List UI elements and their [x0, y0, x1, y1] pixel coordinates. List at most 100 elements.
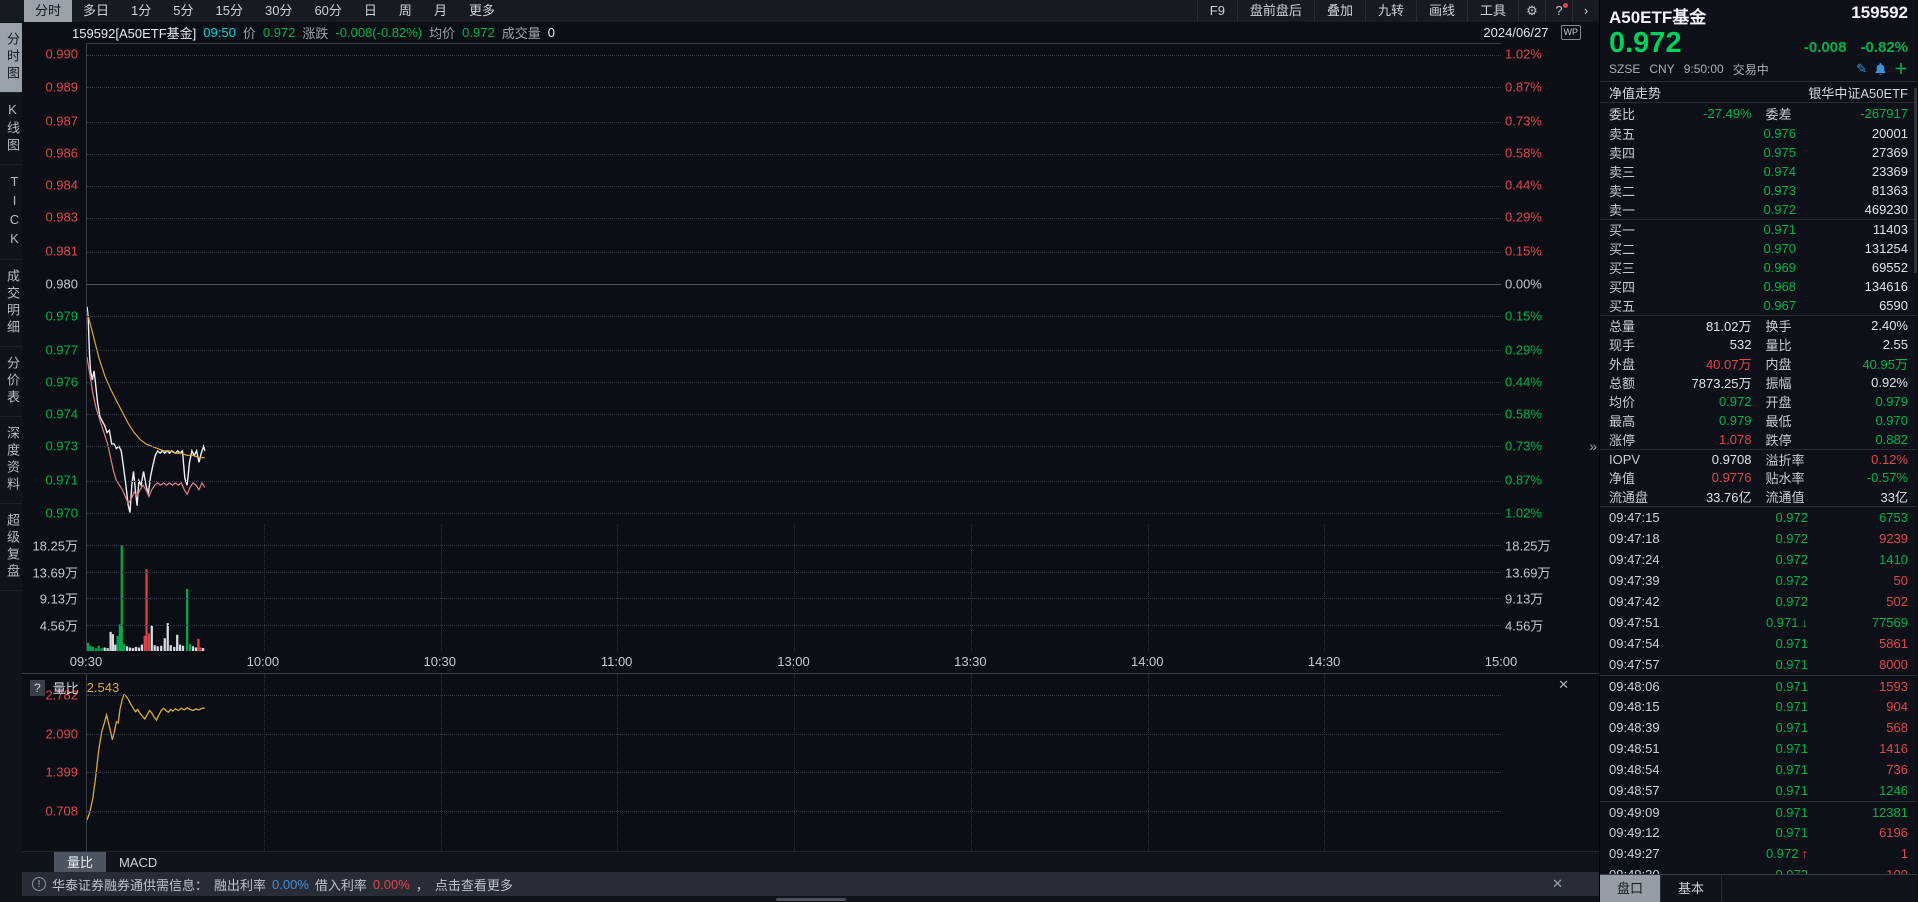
period-tab-15分[interactable]: 15分 — [205, 0, 254, 22]
tick-price: 0.972 — [1679, 573, 1808, 588]
order-book-row[interactable]: 卖二0.97381363 — [1600, 181, 1917, 200]
stat-value: 0.882 — [1792, 432, 1908, 447]
panel-tab-基本[interactable]: 基本 — [1661, 875, 1722, 902]
nav-trend-label: 净值走势 — [1609, 83, 1661, 102]
indicator-tab-MACD[interactable]: MACD — [106, 852, 170, 872]
wp-window-icon[interactable]: WP — [1561, 25, 1582, 40]
gridline — [87, 218, 1501, 219]
indicator-help-icon[interactable]: ? — [30, 680, 45, 696]
volume-axis-left: 18.25万13.69万9.13万4.56万 — [22, 524, 82, 651]
order-book-row[interactable]: 卖一0.972469230 — [1600, 200, 1917, 219]
weicha-value: -267917 — [1792, 106, 1908, 121]
gridline — [1324, 524, 1325, 651]
panel-tab-盘口[interactable]: 盘口 — [1600, 875, 1661, 902]
quote-info-line: 159592[A50ETF基金] 09:50 价 0.972 涨跌 -0.008… — [22, 22, 1599, 43]
help-icon[interactable]: ? — [1545, 0, 1572, 22]
order-book-row[interactable]: 卖四0.97527369 — [1600, 143, 1917, 162]
volume-axis-label: 18.25万 — [32, 536, 78, 555]
period-tab-日[interactable]: 日 — [353, 0, 388, 22]
borrow-rate-label: 借入利率 — [315, 875, 367, 894]
sidebar-item-超级复盘[interactable]: 超级复盘 — [0, 504, 22, 591]
order-volume: 69552 — [1796, 260, 1908, 275]
order-book-row[interactable]: 买一0.97111403 — [1600, 220, 1917, 239]
liangbi-plot[interactable] — [86, 674, 1501, 851]
time-axis: 09:3010:0010:3011:0013:0013:3014:0014:30… — [22, 651, 1599, 673]
sidebar-item-TICK[interactable]: TICK — [0, 165, 22, 260]
toolbar-item-F9[interactable]: F9 — [1197, 0, 1237, 22]
order-book-row[interactable]: 买五0.9676590 — [1600, 296, 1917, 315]
quote-header: A50ETF基金 159592 0.972 -0.008 -0.82% SZSE… — [1600, 0, 1917, 81]
chart-date: 2024/06/27 — [1483, 25, 1548, 40]
order-book-row[interactable]: 买三0.96969552 — [1600, 258, 1917, 277]
order-book-row[interactable]: 买二0.970131254 — [1600, 239, 1917, 258]
toolbar-item-工具[interactable]: 工具 — [1467, 0, 1518, 22]
price-axis-label: 0.976 — [45, 374, 78, 389]
scrollbar-handle[interactable] — [776, 898, 846, 901]
period-tab-周[interactable]: 周 — [388, 0, 423, 22]
tick-price: 0.972 — [1679, 510, 1808, 525]
liangbi-axis-label: 0.708 — [45, 804, 78, 819]
weibi-value: -27.49% — [1635, 106, 1751, 121]
toolbar-item-叠加[interactable]: 叠加 — [1314, 0, 1365, 22]
period-tab-5分[interactable]: 5分 — [162, 0, 204, 22]
stat-label: 溢折率 — [1766, 450, 1805, 469]
view-sidebar: 分时图K线图TICK成交明细分价表深度资料超级复盘 — [0, 22, 22, 902]
tick-volume: 8000 — [1808, 657, 1908, 672]
period-tab-多日[interactable]: 多日 — [72, 0, 120, 22]
weibi-label: 委比 — [1609, 104, 1635, 123]
sidebar-item-分时图[interactable]: 分时图 — [0, 23, 22, 93]
price-axis-label: 0.989 — [45, 79, 78, 94]
tick-volume: 6196 — [1808, 825, 1908, 840]
nav-trend-row[interactable]: 净值走势 银华中证A50ETF — [1600, 81, 1917, 103]
tick-list: 09:47:150.972675309:47:180.972923909:47:… — [1600, 507, 1917, 874]
stat-row: 均价0.972开盘0.979 — [1600, 392, 1917, 411]
tick-time: 09:49:12 — [1609, 825, 1679, 840]
stat-label: 跌停 — [1766, 430, 1792, 449]
order-book-row[interactable]: 卖五0.97620001 — [1600, 124, 1917, 143]
order-price: 0.974 — [1635, 164, 1796, 179]
tick-time: 09:48:51 — [1609, 741, 1679, 756]
period-tab-60分[interactable]: 60分 — [303, 0, 352, 22]
tick-price: 0.972 — [1679, 552, 1808, 567]
toolbar-item-九转[interactable]: 九转 — [1365, 0, 1416, 22]
settings-gear-icon[interactable]: ⚙ — [1518, 0, 1545, 22]
sidebar-item-分价表[interactable]: 分价表 — [0, 347, 22, 417]
edit-pencil-icon[interactable]: ✎ — [1856, 61, 1867, 77]
stat-value: 0.979 — [1792, 394, 1908, 409]
order-book-row[interactable]: 卖三0.97423369 — [1600, 162, 1917, 181]
order-book-row[interactable]: 买四0.968134616 — [1600, 277, 1917, 296]
period-tab-月[interactable]: 月 — [423, 0, 458, 22]
close-notice-icon[interactable]: ✕ — [1552, 876, 1563, 892]
period-tab-更多[interactable]: 更多 — [458, 0, 506, 22]
panel-scrollbar[interactable] — [1914, 88, 1917, 273]
period-tab-30分[interactable]: 30分 — [254, 0, 303, 22]
volume-plot[interactable] — [86, 524, 1501, 651]
sidebar-item-K线图[interactable]: K线图 — [0, 93, 22, 165]
period-tab-分时[interactable]: 分时 — [24, 0, 72, 22]
order-volume: 27369 — [1796, 145, 1908, 160]
tick-price: 0.972 — [1679, 867, 1808, 874]
period-tab-1分[interactable]: 1分 — [120, 0, 162, 22]
alert-bell-icon[interactable] — [1875, 63, 1886, 75]
toolbar-more-icon[interactable]: › — [1572, 0, 1599, 22]
change-label: 涨跌 — [302, 23, 328, 42]
change-value: -0.008(-0.82%) — [335, 25, 422, 40]
expand-panel-button[interactable]: » — [1589, 438, 1597, 454]
tick-price: 0.971 — [1679, 783, 1808, 798]
toolbar-item-画线[interactable]: 画线 — [1416, 0, 1467, 22]
notice-suffix: ， — [416, 875, 429, 894]
price-plot[interactable] — [86, 43, 1501, 524]
add-watchlist-icon[interactable]: ＋ — [1894, 59, 1908, 79]
sidebar-item-深度资料[interactable]: 深度资料 — [0, 417, 22, 504]
tick-row: 09:48:570.9711246 — [1600, 780, 1917, 801]
price-axis-label: 0.990 — [45, 47, 78, 62]
sidebar-item-成交明细[interactable]: 成交明细 — [0, 260, 22, 347]
percent-axis: 1.02%0.87%0.73%0.58%0.44%0.29%0.15%0.00%… — [1503, 43, 1565, 524]
toolbar-item-盘前盘后[interactable]: 盘前盘后 — [1237, 0, 1314, 22]
volume-axis-label: 18.25万 — [1505, 536, 1551, 555]
stock-name: A50ETF基金 — [1609, 3, 1706, 28]
tick-row: 09:47:150.9726753 — [1600, 507, 1917, 528]
view-more-link[interactable]: 点击查看更多 — [435, 875, 513, 894]
indicator-tab-量比[interactable]: 量比 — [54, 852, 106, 872]
close-subchart-icon[interactable]: ✕ — [1558, 677, 1569, 693]
